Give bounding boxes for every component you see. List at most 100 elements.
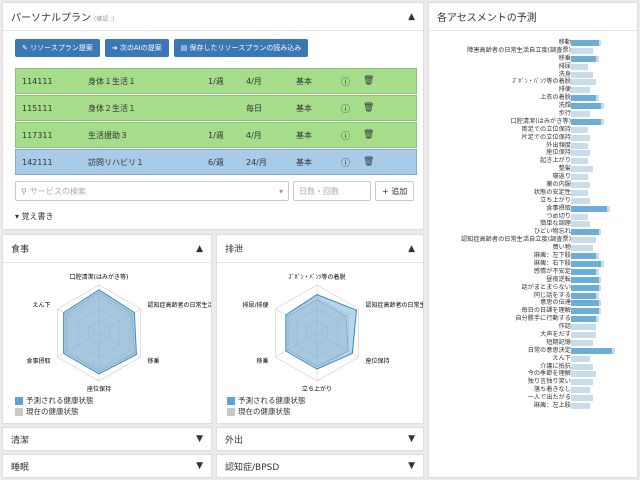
chevron-up-icon[interactable]: ▲: [196, 244, 203, 254]
chevron-down-icon[interactable]: ▼: [408, 461, 415, 471]
assessment-item: えん下: [429, 355, 637, 363]
radar-axis-label: 排尿/排便: [242, 301, 268, 309]
resource-plan-suggest-button[interactable]: ✎ リソースプラン提案: [15, 39, 100, 57]
assessment-item: 昼夜逆転: [429, 276, 637, 284]
predicted-bar: [571, 300, 599, 307]
plan-row[interactable]: 142111 訪問リハビリ１ 6/週 24/月 基本 ⓘ 🗑: [15, 149, 417, 175]
outing-panel[interactable]: 外出 ▼: [216, 427, 424, 451]
assessment-item-label: 食事摂取: [546, 204, 571, 212]
predicted-bar: [571, 150, 588, 157]
dementia-bpsd-title: 認知症/BPSD: [225, 462, 280, 473]
dementia-bpsd-header[interactable]: 認知症/BPSD ▼: [217, 455, 423, 477]
plan-row[interactable]: 114111 身体１生活１ 1/週 4/月 基本 ⓘ 🗑: [15, 68, 417, 94]
radar-axis-label: ｽﾞﾎﾞﾝ・ﾊﾟﾝﾂ等の着脱: [288, 273, 345, 281]
dropdown-caret-icon: ▾: [278, 186, 283, 196]
assessment-item-label: 状態の安定性: [533, 188, 571, 196]
legend-current: 現在の健康状態: [15, 406, 79, 417]
predicted-bar: [571, 284, 599, 291]
info-icon[interactable]: ⓘ: [341, 102, 350, 115]
legend-predicted: 予測される健康状態: [15, 395, 94, 406]
next-ai-suggest-button[interactable]: ➜ 次のAIの提案: [104, 39, 169, 57]
trash-icon[interactable]: 🗑: [363, 130, 374, 140]
plan-list: 114111 身体１生活１ 1/週 4/月 基本 ⓘ 🗑 115111 身体２生活１ 毎日 基本 ⓘ 🗑…: [15, 68, 417, 176]
sleep-header[interactable]: 睡眠 ▼: [3, 455, 211, 477]
plan-row[interactable]: 117311 生活援助３ 1/週 4/月 基本 ⓘ 🗑: [15, 122, 417, 148]
meal-radar-chart: 口腔清潔(はみがき等) 認知症高齢者の日常生活自立度移乗座位保持 食事摂取 えん下: [26, 273, 211, 393]
hygiene-header[interactable]: 清潔 ▼: [3, 428, 211, 450]
predicted-bar: [571, 213, 585, 220]
assessment-prediction-panel: 各アセスメントの予測 移動 障害高齢者の日常生活自立度(調査票) 移乗 排尿 洗身 ｽﾞﾎ…: [428, 2, 638, 478]
load-saved-plan-button[interactable]: ▤ 保存したリソースプランの読み込み: [173, 39, 309, 57]
assessment-item-label: 薬の内服: [546, 181, 571, 189]
trash-icon[interactable]: 🗑: [363, 76, 374, 86]
radar-axis-label: 移乗: [256, 357, 268, 365]
outing-title: 外出: [225, 435, 244, 446]
assessment-item: 買い物: [429, 244, 637, 252]
chevron-down-icon[interactable]: ▼: [196, 434, 203, 444]
trash-icon[interactable]: 🗑: [363, 157, 374, 167]
assessment-item: 排便: [429, 86, 637, 94]
predicted-bar: [571, 379, 591, 386]
trash-icon[interactable]: 🗑: [363, 103, 374, 113]
assessment-item: 話がまとまらない: [429, 284, 637, 292]
info-icon[interactable]: ⓘ: [341, 75, 350, 88]
dementia-bpsd-panel[interactable]: 認知症/BPSD ▼: [216, 454, 424, 478]
assessment-item-label: 大声をだす: [540, 330, 571, 338]
assessment-item-label: 片足での立位保持: [521, 133, 572, 141]
plan-row[interactable]: 115111 身体２生活１ 毎日 基本 ⓘ 🗑: [15, 95, 417, 121]
assessment-item: 歩行: [429, 110, 637, 118]
predicted-bar: [571, 292, 596, 299]
predicted-bar: [571, 166, 591, 173]
plan-row-count: 毎日: [246, 103, 262, 113]
meal-header[interactable]: 食事 ▲: [3, 235, 211, 263]
assessment-item: 整髪: [429, 165, 637, 173]
personal-plan-header[interactable]: パーソナルプラン (確認 :) ▲: [3, 3, 423, 31]
assessment-item-label: 日常の意思決定: [527, 346, 571, 354]
radar-predicted-area: [63, 289, 137, 375]
info-icon[interactable]: ⓘ: [341, 156, 350, 169]
radar-axis-label: 口腔清潔(はみがき等): [70, 273, 129, 281]
legend-predicted-label: 予測される健康状態: [238, 396, 306, 405]
add-button[interactable]: + 追加: [375, 181, 415, 201]
predicted-bar: [571, 324, 593, 331]
plan-row-name: 身体１生活１: [88, 76, 136, 86]
service-search-input[interactable]: ⚲ サービスの検索 ▾: [15, 181, 289, 201]
sleep-panel[interactable]: 睡眠 ▼: [2, 454, 212, 478]
excretion-header[interactable]: 排泄 ▲: [217, 235, 423, 263]
assessment-header: 各アセスメントの予測: [429, 3, 637, 31]
chevron-up-icon[interactable]: ▲: [408, 12, 415, 22]
outing-header[interactable]: 外出 ▼: [217, 428, 423, 450]
assessment-item: つめ切り: [429, 213, 637, 221]
plan-subtitle: (確認 :): [94, 16, 115, 23]
legend-current-label: 現在の健康状態: [238, 407, 291, 416]
info-icon[interactable]: ⓘ: [341, 129, 350, 142]
chevron-down-icon[interactable]: ▼: [408, 434, 415, 444]
assessment-item: 両足での立位保持: [429, 126, 637, 134]
plan-row-frequency: 6/週: [208, 157, 224, 167]
hygiene-panel[interactable]: 清潔 ▼: [2, 427, 212, 451]
predicted-bar: [571, 395, 591, 402]
assessment-item: 起き上がり: [429, 157, 637, 165]
radar-axis-label: 座位保持: [365, 357, 389, 365]
chevron-up-icon[interactable]: ▲: [408, 244, 415, 254]
load-saved-plan-label: 保存したリソースプランの読み込み: [189, 44, 302, 52]
assessment-item-label: 整髪: [558, 165, 571, 173]
predicted-bar: [571, 55, 596, 62]
assessment-item-label: 上衣の着脱: [540, 94, 571, 102]
chevron-down-icon[interactable]: ▼: [196, 461, 203, 471]
pencil-icon: ✎: [22, 44, 31, 52]
assessment-item-label: 落ち着きなし: [533, 386, 571, 394]
meal-title: 食事: [11, 245, 30, 255]
days-count-input[interactable]: 日数・回数: [293, 181, 371, 201]
predicted-bar: [571, 118, 602, 125]
radar-axis-label: 食事摂取: [26, 357, 50, 365]
assessment-item-label: 移乗: [558, 54, 571, 62]
predicted-bar: [571, 363, 591, 370]
assessment-item-label: 障害高齢者の日常生活自立度(調査票): [467, 46, 571, 54]
assessment-item: 排尿: [429, 63, 637, 71]
predicted-bar: [571, 158, 585, 165]
memo-toggle[interactable]: ▾ 覚え書き: [15, 211, 54, 222]
radar-axis-label: 移乗: [147, 357, 159, 365]
assessment-item: 落ち着きなし: [429, 386, 637, 394]
assessment-item: 毎日の日課を理解: [429, 307, 637, 315]
